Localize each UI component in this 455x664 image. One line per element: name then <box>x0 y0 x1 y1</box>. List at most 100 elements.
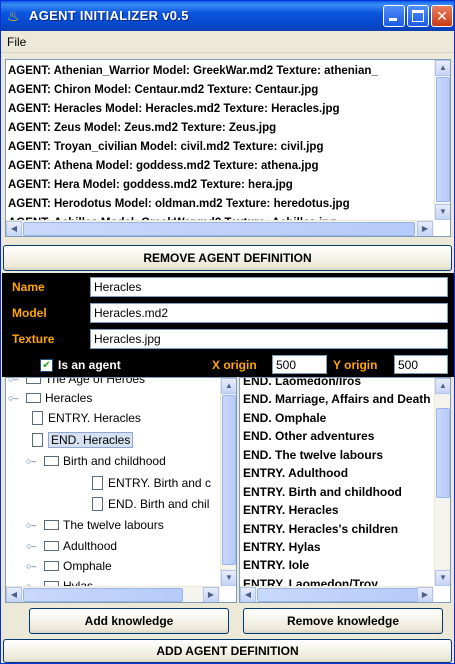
scroll-up-icon[interactable]: ▲ <box>221 378 236 394</box>
list-item[interactable]: ENTRY. Iole <box>243 556 309 575</box>
window-title: AGENT INITIALIZER v0.5 <box>29 8 189 23</box>
scroll-up-icon[interactable]: ▲ <box>435 378 450 394</box>
scroll-down-icon[interactable]: ▼ <box>221 570 236 586</box>
agent-list-horizontal-scrollbar[interactable]: ◀ ▶ <box>6 220 434 236</box>
title-bar[interactable]: ♨ AGENT INITIALIZER v0.5 ✕ <box>1 1 454 31</box>
document-icon <box>32 410 43 425</box>
texture-label: Texture <box>12 332 55 346</box>
checkmark-icon: ✔ <box>42 360 51 371</box>
menu-bar: File <box>1 31 454 53</box>
scroll-thumb[interactable] <box>257 588 422 602</box>
list-item[interactable]: AGENT: Herodotus Model: oldman.md2 Textu… <box>8 195 350 214</box>
model-field[interactable] <box>90 303 448 323</box>
texture-field[interactable] <box>90 329 448 349</box>
agent-list-vertical-scrollbar[interactable]: ▲ ▼ <box>434 60 450 220</box>
add-agent-definition-button[interactable]: ADD AGENT DEFINITION <box>3 639 452 663</box>
tree-node[interactable]: ○– Omphale <box>26 556 112 576</box>
list-item[interactable]: AGENT: Hera Model: goddess.md2 Texture: … <box>8 176 293 195</box>
scroll-right-icon[interactable]: ▶ <box>203 587 219 602</box>
scroll-right-icon[interactable]: ▶ <box>417 221 433 236</box>
menu-file[interactable]: File <box>7 35 26 49</box>
y-origin-field[interactable] <box>394 355 448 374</box>
list-item[interactable]: AGENT: Zeus Model: Zeus.md2 Texture: Zeu… <box>8 119 276 138</box>
tree-vertical-scrollbar[interactable]: ▲ ▼ <box>220 378 236 586</box>
x-origin-field[interactable] <box>272 355 327 374</box>
folder-icon <box>26 378 41 384</box>
list-item[interactable]: END. Omphale <box>243 409 326 428</box>
expanded-handle-icon[interactable]: ○– <box>26 451 36 471</box>
list-item[interactable]: AGENT: Athena Model: goddess.md2 Texture… <box>8 157 319 176</box>
remove-knowledge-button[interactable]: Remove knowledge <box>243 608 443 634</box>
minimize-button[interactable] <box>383 5 405 27</box>
list-item[interactable]: AGENT: Heracles Model: Heracles.md2 Text… <box>8 100 340 119</box>
remove-agent-definition-button[interactable]: REMOVE AGENT DEFINITION <box>3 245 452 271</box>
scroll-down-icon[interactable]: ▼ <box>435 204 450 220</box>
tree-horizontal-scrollbar[interactable]: ◀ ▶ <box>6 586 220 602</box>
scroll-up-icon[interactable]: ▲ <box>435 60 450 76</box>
scroll-thumb[interactable] <box>222 395 236 565</box>
tree-node[interactable]: ○– Birth and childhood <box>26 451 166 471</box>
tree-node[interactable]: ENTRY. Birth and c <box>92 473 211 493</box>
tree-node[interactable]: ○– Adulthood <box>26 536 117 556</box>
is-agent-label: Is an agent <box>58 358 121 372</box>
folder-icon <box>44 519 59 530</box>
collapsed-handle-icon[interactable]: ○– <box>26 515 36 535</box>
collapsed-handle-icon[interactable]: ○– <box>26 536 36 556</box>
x-origin-label: X origin <box>212 358 257 372</box>
knowledge-entry-list[interactable]: END. Laomedon/Iros END. Marriage, Affair… <box>239 377 451 603</box>
document-icon <box>32 432 43 447</box>
app-window: ♨ AGENT INITIALIZER v0.5 ✕ File AGENT: A… <box>0 0 455 664</box>
list-item[interactable]: END. Marriage, Affairs and Death <box>243 390 431 409</box>
scroll-thumb[interactable] <box>23 222 415 236</box>
folder-icon <box>26 392 41 403</box>
list-item[interactable]: END. Laomedon/Iros <box>243 378 361 391</box>
list-item[interactable]: END. Other adventures <box>243 427 374 446</box>
list-item[interactable]: END. The twelve labours <box>243 446 383 465</box>
list-item[interactable]: ENTRY. Hylas <box>243 538 321 557</box>
expanded-handle-icon[interactable]: ○– <box>8 388 18 408</box>
agent-definition-list[interactable]: AGENT: Athenian_Warrior Model: GreekWar.… <box>5 59 451 237</box>
tree-node[interactable]: ENTRY. Heracles <box>32 408 141 428</box>
list-item[interactable]: ENTRY. Heracles's children <box>243 520 398 539</box>
add-knowledge-button[interactable]: Add knowledge <box>29 608 229 634</box>
scroll-down-icon[interactable]: ▼ <box>435 570 450 586</box>
minimize-icon <box>389 18 397 21</box>
scroll-thumb[interactable] <box>23 588 183 602</box>
scroll-thumb[interactable] <box>436 408 450 498</box>
knowledge-tree[interactable]: ○– The Age of Heroes ○– Heracles ENTRY. … <box>5 377 237 603</box>
maximize-icon <box>412 10 424 22</box>
tree-node-selected[interactable]: END. Heracles <box>32 430 134 450</box>
close-button[interactable]: ✕ <box>431 5 453 27</box>
name-label: Name <box>12 280 45 294</box>
list-item[interactable]: ENTRY. Adulthood <box>243 464 348 483</box>
collapsed-handle-icon[interactable]: ○– <box>26 556 36 576</box>
scroll-right-icon[interactable]: ▶ <box>417 587 433 602</box>
agent-form-panel: Name Model Texture ✔ Is an agent X origi… <box>2 273 454 377</box>
list-item[interactable]: AGENT: Chiron Model: Centaur.md2 Texture… <box>8 81 318 100</box>
model-label: Model <box>12 306 47 320</box>
document-icon <box>92 475 103 490</box>
scroll-left-icon[interactable]: ◀ <box>6 221 22 236</box>
tree-node[interactable]: END. Birth and chil <box>92 494 209 514</box>
knowledge-list-horizontal-scrollbar[interactable]: ◀ ▶ <box>240 586 434 602</box>
document-icon <box>92 496 103 511</box>
tree-node[interactable]: ○– Heracles <box>8 388 92 408</box>
folder-icon <box>44 455 59 466</box>
folder-icon <box>44 560 59 571</box>
name-field[interactable] <box>90 277 448 297</box>
y-origin-label: Y origin <box>333 358 378 372</box>
java-cup-icon: ♨ <box>7 8 20 24</box>
list-item[interactable]: AGENT: Troyan_civilian Model: civil.md2 … <box>8 138 323 157</box>
folder-icon <box>44 540 59 551</box>
close-icon: ✕ <box>436 8 448 24</box>
scroll-left-icon[interactable]: ◀ <box>240 587 256 602</box>
list-item[interactable]: ENTRY. Heracles <box>243 501 339 520</box>
maximize-button[interactable] <box>407 5 429 27</box>
list-item[interactable]: AGENT: Athenian_Warrior Model: GreekWar.… <box>8 62 378 81</box>
scroll-left-icon[interactable]: ◀ <box>6 587 22 602</box>
knowledge-list-vertical-scrollbar[interactable]: ▲ ▼ <box>434 378 450 586</box>
is-agent-checkbox[interactable]: ✔ <box>40 359 53 372</box>
scroll-thumb[interactable] <box>436 77 450 202</box>
tree-node[interactable]: ○– The twelve labours <box>26 515 164 535</box>
list-item[interactable]: ENTRY. Birth and childhood <box>243 483 402 502</box>
